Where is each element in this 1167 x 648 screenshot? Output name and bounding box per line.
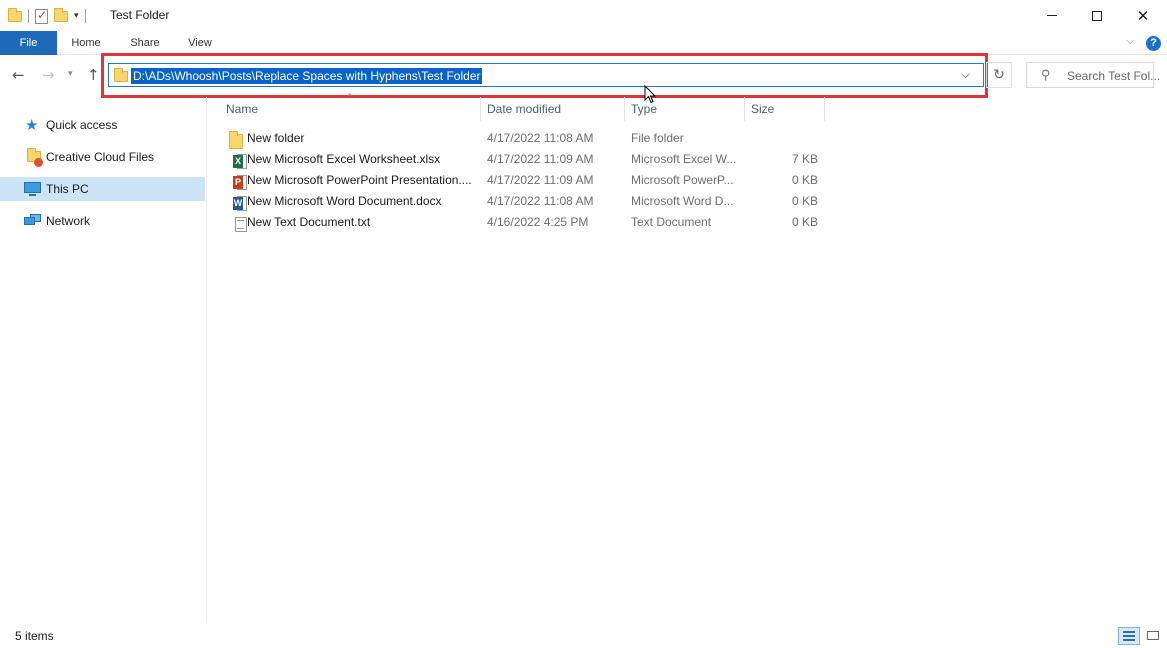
- powerpoint-icon: P: [227, 173, 241, 188]
- file-type: Text Document: [631, 215, 739, 229]
- file-type: Microsoft Word D...: [631, 194, 739, 208]
- expand-ribbon-icon[interactable]: ⌵: [1126, 34, 1134, 48]
- file-name: New Microsoft Excel Worksheet.xlsx: [247, 152, 473, 166]
- file-size: 0 KB: [750, 215, 818, 229]
- minimize-button[interactable]: [1029, 0, 1075, 31]
- quick-access-toolbar: ▾: [8, 6, 86, 26]
- customize-toolbar-icon[interactable]: ▾: [74, 11, 79, 21]
- computer-icon: [24, 182, 41, 193]
- file-type: Microsoft PowerP...: [631, 173, 739, 187]
- sidebar-item-network[interactable]: Network: [0, 209, 205, 233]
- file-date-modified: 4/17/2022 11:09 AM: [487, 173, 617, 187]
- file-size: 7 KB: [750, 152, 818, 166]
- column-separator[interactable]: [744, 97, 745, 121]
- up-arrow-icon[interactable]: ↑: [87, 66, 100, 84]
- navigation-pane: ★ Quick access Creative Cloud Files This…: [0, 97, 207, 623]
- file-name: New Text Document.txt: [247, 215, 473, 229]
- sidebar-item-this-pc[interactable]: This PC: [0, 177, 205, 201]
- ribbon-tabs: File Home Share View ⌵ ?: [0, 31, 1167, 55]
- sidebar-item-label: This PC: [46, 182, 89, 196]
- large-icons-icon: [1147, 631, 1159, 640]
- properties-icon[interactable]: [35, 9, 48, 24]
- file-type: File folder: [631, 131, 739, 145]
- tab-view[interactable]: View: [182, 31, 218, 55]
- sidebar-item-quick-access[interactable]: ★ Quick access: [0, 113, 205, 137]
- file-name: New Microsoft PowerPoint Presentation...…: [247, 173, 473, 187]
- text-file-icon: [227, 215, 241, 230]
- star-icon: ★: [25, 118, 41, 132]
- minimize-icon: [1047, 15, 1057, 16]
- column-header-date-modified[interactable]: Date modified: [487, 97, 622, 121]
- back-arrow-icon[interactable]: ←: [12, 66, 25, 84]
- search-placeholder: Search Test Fol...: [1067, 69, 1160, 83]
- file-row[interactable]: W New Microsoft Word Document.docx 4/17/…: [220, 191, 826, 212]
- file-date-modified: 4/16/2022 4:25 PM: [487, 215, 617, 229]
- details-view-button[interactable]: [1118, 627, 1140, 645]
- folder-icon: [229, 134, 243, 149]
- status-bar: 5 items: [0, 623, 1167, 648]
- item-count: 5 items: [15, 629, 54, 643]
- recent-locations-icon[interactable]: ▾: [68, 69, 73, 79]
- address-dropdown-icon[interactable]: ⌵: [961, 67, 970, 82]
- maximize-icon: [1092, 11, 1102, 21]
- folder-icon: [8, 11, 22, 22]
- file-name: New Microsoft Word Document.docx: [247, 194, 473, 208]
- network-icon: [24, 214, 41, 226]
- excel-icon: X: [227, 152, 241, 167]
- maximize-button[interactable]: [1074, 0, 1120, 31]
- column-header-size[interactable]: Size: [751, 97, 821, 121]
- file-size: 0 KB: [750, 173, 818, 187]
- title-bar: ▾ Test Folder ✕: [0, 0, 1167, 31]
- file-name: New folder: [247, 131, 473, 145]
- creative-cloud-icon: [27, 151, 41, 162]
- file-row[interactable]: New folder 4/17/2022 11:08 AM File folde…: [220, 128, 826, 149]
- file-list: ^ Name Date modified Type Size New folde…: [208, 97, 1167, 623]
- file-date-modified: 4/17/2022 11:08 AM: [487, 194, 617, 208]
- tab-share[interactable]: Share: [124, 31, 166, 55]
- help-icon[interactable]: ?: [1146, 36, 1161, 51]
- file-row[interactable]: P New Microsoft PowerPoint Presentation.…: [220, 170, 826, 191]
- column-separator[interactable]: [824, 97, 825, 121]
- search-icon: ⚲: [1041, 68, 1051, 83]
- address-path[interactable]: D:\ADs\Whoosh\Posts\Replace Spaces with …: [131, 68, 482, 84]
- column-separator[interactable]: [480, 97, 481, 121]
- file-type: Microsoft Excel W...: [631, 152, 739, 166]
- column-header-name[interactable]: Name: [226, 97, 476, 121]
- close-button[interactable]: ✕: [1120, 0, 1166, 31]
- close-icon: ✕: [1137, 7, 1150, 25]
- toolbar-separator: [85, 9, 86, 23]
- refresh-icon: ↻: [993, 67, 1005, 83]
- search-input[interactable]: ⚲ Search Test Fol...: [1026, 62, 1154, 88]
- file-date-modified: 4/17/2022 11:09 AM: [487, 152, 617, 166]
- refresh-button[interactable]: ↻: [986, 62, 1012, 88]
- sidebar-item-label: Quick access: [46, 118, 117, 132]
- word-icon: W: [227, 194, 241, 209]
- address-bar[interactable]: D:\ADs\Whoosh\Posts\Replace Spaces with …: [108, 63, 984, 87]
- column-separator[interactable]: [624, 97, 625, 121]
- file-row[interactable]: X New Microsoft Excel Worksheet.xlsx 4/1…: [220, 149, 826, 170]
- tab-file[interactable]: File: [0, 31, 57, 55]
- new-folder-icon[interactable]: [54, 11, 68, 22]
- sidebar-item-label: Creative Cloud Files: [46, 150, 154, 164]
- file-size: 0 KB: [750, 194, 818, 208]
- window-title: Test Folder: [110, 8, 169, 22]
- folder-icon: [114, 71, 128, 82]
- large-icons-view-button[interactable]: [1143, 627, 1163, 645]
- toolbar-separator: [28, 9, 29, 23]
- tab-home[interactable]: Home: [63, 31, 109, 55]
- column-header-type[interactable]: Type: [631, 97, 741, 121]
- forward-arrow-icon[interactable]: →: [42, 66, 55, 84]
- sidebar-item-label: Network: [46, 214, 90, 228]
- file-date-modified: 4/17/2022 11:08 AM: [487, 131, 617, 145]
- sidebar-item-creative-cloud-files[interactable]: Creative Cloud Files: [0, 145, 205, 169]
- file-row[interactable]: New Text Document.txt 4/16/2022 4:25 PM …: [220, 212, 826, 233]
